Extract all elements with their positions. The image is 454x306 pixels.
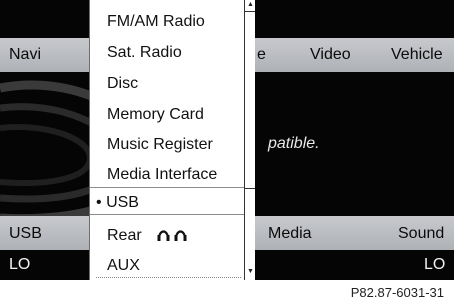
scroll-down-arrow-icon[interactable]: ▼: [247, 268, 254, 276]
status-message: patible.: [268, 135, 320, 152]
bottom-usb[interactable]: USB: [9, 224, 42, 244]
menu-vehicle[interactable]: Vehicle: [391, 45, 443, 65]
menu-item-music-register[interactable]: Music Register: [107, 135, 213, 155]
selected-bullet: •: [96, 194, 102, 211]
menu-item-usb[interactable]: • USB: [96, 193, 139, 213]
menu-navi[interactable]: Navi: [9, 45, 41, 65]
menu-item-usb-label: USB: [106, 194, 139, 211]
menu-item-rear-label: Rear: [107, 227, 142, 244]
menu-item-fm-am-radio[interactable]: FM/AM Radio: [107, 12, 205, 32]
menu-item-aux[interactable]: AUX: [107, 256, 140, 276]
bottom-media[interactable]: Media: [268, 224, 312, 244]
menu-item-rear[interactable]: Rear: [107, 225, 194, 246]
figure-caption: P82.87-6031-31: [350, 285, 444, 300]
scroll-up-arrow-icon[interactable]: ▲: [247, 1, 254, 9]
menu-item-memory-card[interactable]: Memory Card: [107, 105, 204, 125]
menu-partial[interactable]: e: [257, 45, 266, 65]
status-right-value: LO: [424, 256, 446, 273]
dotted-divider: [96, 277, 241, 278]
menu-scrollbar[interactable]: ▲ ▼: [244, 0, 255, 280]
menu-video[interactable]: Video: [310, 45, 351, 65]
menu-item-sat-radio[interactable]: Sat. Radio: [107, 43, 182, 63]
display-screen: Navi e Video Vehicle patible. USB Media …: [0, 0, 454, 280]
headphones-icon: [157, 230, 187, 241]
status-left-value: LO: [9, 256, 31, 273]
menu-item-disc[interactable]: Disc: [107, 74, 138, 94]
menu-item-media-interface[interactable]: Media Interface: [107, 165, 217, 185]
scrollbar-thumb[interactable]: [245, 11, 255, 189]
source-menu: FM/AM Radio Sat. Radio Disc Memory Card …: [89, 0, 245, 280]
bottom-sound[interactable]: Sound: [398, 224, 444, 244]
